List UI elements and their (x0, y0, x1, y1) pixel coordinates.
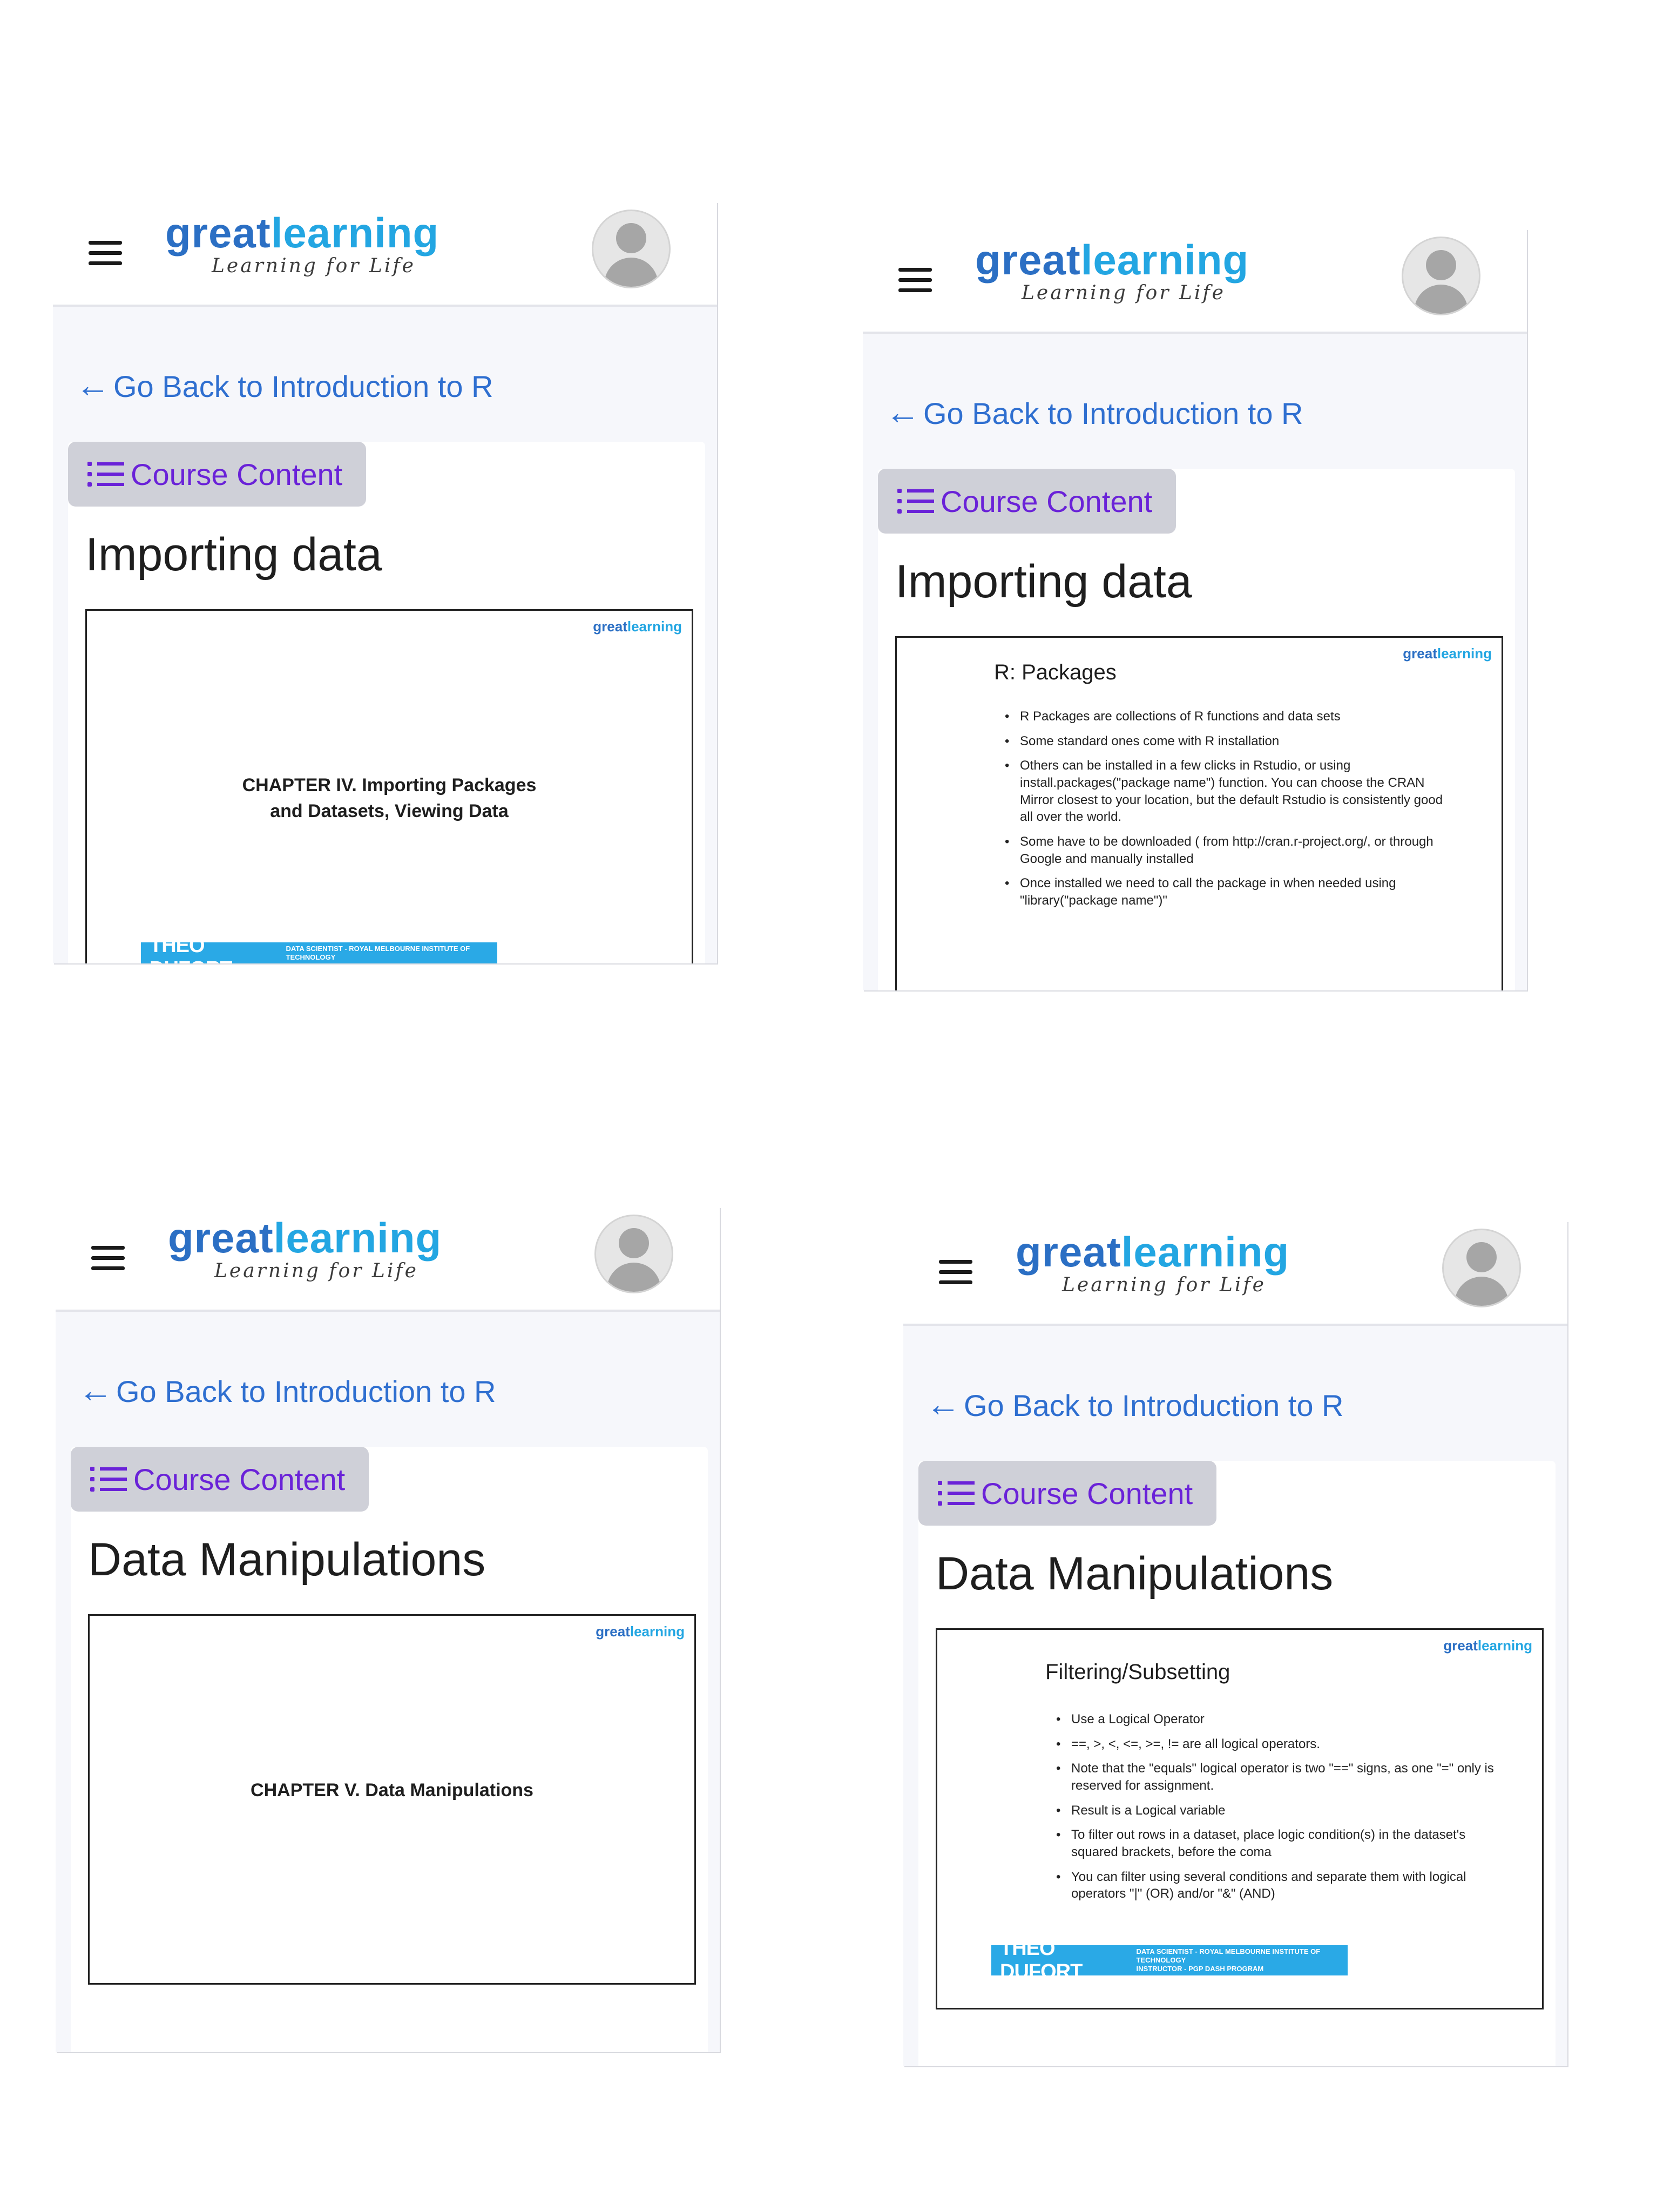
chapter-heading: CHAPTER V. Data Manipulations (251, 1780, 533, 1800)
list-item: Others can be installed in a few clicks … (1005, 757, 1458, 826)
lesson-slide[interactable]: greatlearning R: Packages R Packages are… (895, 636, 1503, 990)
back-to-course-link[interactable]: ← Go Back to Introduction to R (926, 1384, 1343, 1424)
hamburger-menu-icon[interactable] (89, 241, 122, 265)
lesson-card: Course Content Data Manipulations greatl… (918, 1461, 1556, 2066)
instructor-banner: THEO DUFORT DATA SCIENTIST - ROYAL MELBO… (991, 1937, 1348, 1983)
arrow-left-icon: ← (76, 366, 110, 404)
greatlearning-logo[interactable]: greatlearning Learning for Life (975, 239, 1249, 304)
greatlearning-logo[interactable]: greatlearning Learning for Life (165, 212, 439, 277)
logo-tagline: Learning for Life (1022, 282, 1226, 304)
lesson-card: Course Content Importing data greatlearn… (68, 442, 705, 963)
hamburger-menu-icon[interactable] (939, 1260, 972, 1284)
hamburger-menu-icon[interactable] (91, 1246, 125, 1270)
back-to-course-link[interactable]: ← Go Back to Introduction to R (78, 1370, 496, 1410)
slide-logo: greatlearning (596, 1623, 685, 1640)
course-content-button[interactable]: Course Content (918, 1461, 1217, 1526)
back-to-course-link[interactable]: ← Go Back to Introduction to R (885, 392, 1303, 432)
slide-bullet-list: Use a Logical Operator ==, >, <, <=, >=,… (1056, 1711, 1499, 1910)
list-item: To filter out rows in a dataset, place l… (1056, 1826, 1499, 1860)
user-avatar-icon[interactable] (592, 210, 671, 288)
course-content-button[interactable]: Course Content (71, 1447, 369, 1512)
list-icon (87, 461, 125, 488)
slide-logo: greatlearning (1403, 645, 1492, 662)
screenshot-importing-data-packages: greatlearning Learning for Life ← Go Back… (863, 229, 1527, 990)
screenshot-data-manipulations-filtering: greatlearning Learning for Life ← Go Back… (903, 1221, 1567, 2066)
screenshot-importing-data-chapter: greatlearning Learning for Life ← Go Back… (53, 202, 717, 963)
logo-tagline: Learning for Life (212, 255, 416, 277)
lesson-card: Course Content Data Manipulations greatl… (71, 1447, 708, 2052)
greatlearning-logo[interactable]: greatlearning Learning for Life (168, 1217, 442, 1282)
arrow-left-icon: ← (926, 1385, 961, 1424)
lesson-slide[interactable]: greatlearning Filtering/Subsetting Use a… (936, 1628, 1544, 2009)
user-avatar-icon[interactable] (1442, 1229, 1521, 1307)
list-item: Once installed we need to call the packa… (1005, 875, 1458, 909)
back-to-course-link[interactable]: ← Go Back to Introduction to R (76, 365, 493, 405)
list-item: Some have to be downloaded ( from http:/… (1005, 833, 1458, 867)
lesson-title: Importing data (895, 556, 1192, 608)
top-app-bar: greatlearning Learning for Life (903, 1221, 1567, 1326)
user-avatar-icon[interactable] (594, 1215, 673, 1293)
lesson-card: Course Content Importing data greatlearn… (878, 469, 1515, 990)
list-item: You can filter using several conditions … (1056, 1869, 1499, 1903)
lesson-title: Importing data (85, 529, 382, 581)
logo-tagline: Learning for Life (1062, 1274, 1266, 1296)
list-item: Use a Logical Operator (1056, 1711, 1499, 1728)
course-content-button[interactable]: Course Content (68, 442, 367, 507)
screenshot-data-manipulations-chapter: greatlearning Learning for Life ← Go Back… (56, 1207, 720, 2052)
list-item: Result is a Logical variable (1056, 1802, 1499, 1819)
slide-logo: greatlearning (1443, 1637, 1532, 1654)
slide-bullet-list: R Packages are collections of R function… (1005, 708, 1458, 917)
logo-tagline: Learning for Life (214, 1260, 418, 1282)
greatlearning-logo[interactable]: greatlearning Learning for Life (1016, 1231, 1289, 1296)
list-item: Some standard ones come with R installat… (1005, 733, 1458, 750)
slide-heading: R: Packages (994, 660, 1117, 684)
list-item: ==, >, <, <=, >=, != are all logical ope… (1056, 1736, 1499, 1753)
course-content-button[interactable]: Course Content (878, 469, 1176, 534)
list-icon (938, 1480, 976, 1507)
top-app-bar: greatlearning Learning for Life (53, 202, 717, 307)
lesson-slide[interactable]: greatlearning CHAPTER IV. Importing Pack… (85, 609, 693, 963)
lesson-title: Data Manipulations (88, 1534, 486, 1586)
list-item: R Packages are collections of R function… (1005, 708, 1458, 725)
arrow-left-icon: ← (78, 1371, 113, 1410)
arrow-left-icon: ← (885, 393, 920, 431)
instructor-banner: THEO DUFORT DATA SCIENTIST - ROYAL MELBO… (141, 934, 497, 963)
slide-logo: greatlearning (593, 618, 682, 635)
hamburger-menu-icon[interactable] (898, 268, 932, 292)
lesson-title: Data Manipulations (936, 1548, 1334, 1600)
chapter-heading: CHAPTER IV. Importing Packages and Datas… (242, 775, 537, 821)
top-app-bar: greatlearning Learning for Life (863, 229, 1527, 334)
slide-heading: Filtering/Subsetting (1045, 1660, 1230, 1684)
lesson-slide[interactable]: greatlearning CHAPTER V. Data Manipulati… (88, 1614, 696, 1985)
top-app-bar: greatlearning Learning for Life (56, 1207, 720, 1312)
list-item: Note that the "equals" logical operator … (1056, 1760, 1499, 1794)
list-icon (897, 488, 935, 515)
list-icon (90, 1466, 128, 1493)
user-avatar-icon[interactable] (1402, 237, 1480, 315)
